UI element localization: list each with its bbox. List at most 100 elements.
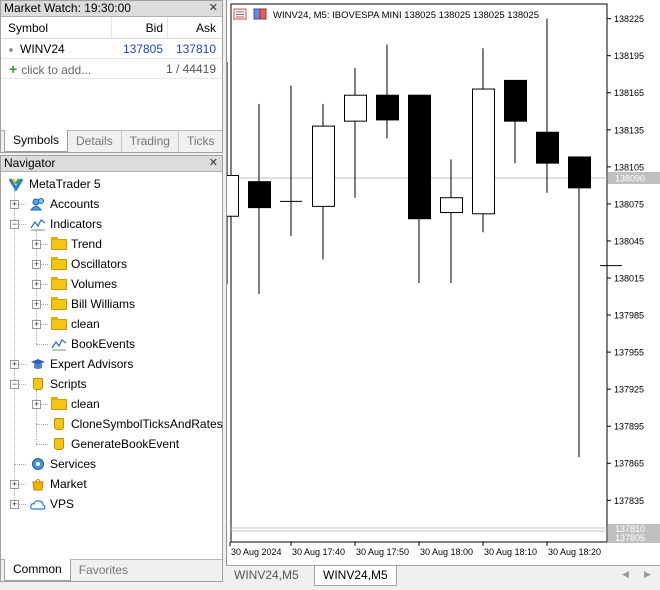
scroll-right-icon[interactable]: ▶ xyxy=(644,569,651,580)
script-icon xyxy=(54,418,64,430)
symbol-count: 1 / 44419 xyxy=(165,62,216,76)
tree-item-label: Oscillators xyxy=(71,257,128,271)
tree-item-label: BookEvents xyxy=(71,337,136,351)
candle-body[interactable] xyxy=(472,88,495,215)
tree-item[interactable]: + clean xyxy=(1,394,222,414)
market-watch-title-bar[interactable]: Market Watch: 19:30:00 ✕ xyxy=(1,1,222,17)
tree-item[interactable]: CloneSymbolTicksAndRates xyxy=(1,414,223,434)
navigator-tree: MetaTrader 5 + Accounts − Indicators + Trend + O… xyxy=(1,172,223,514)
candle-body[interactable] xyxy=(504,79,527,122)
market-watch-title: Market Watch: 19:30:00 xyxy=(4,1,131,15)
tree-item[interactable]: − Scripts xyxy=(1,374,222,394)
price-tick-label: 137865 xyxy=(614,459,644,469)
expand-icon[interactable]: + xyxy=(10,360,19,369)
tree-item[interactable]: + VPS xyxy=(1,494,222,514)
collapse-icon[interactable]: − xyxy=(10,220,19,229)
price-tick-label: 137925 xyxy=(614,385,644,395)
candle-body[interactable] xyxy=(568,156,591,189)
add-symbol-label: click to add... xyxy=(21,63,92,77)
candle-body[interactable] xyxy=(408,94,431,220)
close-icon[interactable]: ✕ xyxy=(209,1,218,16)
time-axis: 30 Aug 2024 30 Aug 17:40 30 Aug 17:50 30 Au… xyxy=(229,542,601,557)
symbol-flag-icon[interactable] xyxy=(253,8,261,20)
expand-icon[interactable]: + xyxy=(32,240,41,249)
expand-icon[interactable]: + xyxy=(32,260,41,269)
market-watch-header: Symbol Bid Ask xyxy=(1,17,222,39)
scroll-left-icon[interactable]: ◀ xyxy=(622,569,629,580)
tree-item-label: Expert Advisors xyxy=(50,357,134,371)
tree-item[interactable]: − Indicators xyxy=(1,214,222,234)
metatrader-logo-icon xyxy=(8,177,24,192)
tab-details[interactable]: Details xyxy=(68,131,122,152)
market-watch-tabs: Symbols Details Trading Ticks xyxy=(1,130,222,152)
chart-tab-1[interactable]: WINV24,M5 xyxy=(226,566,307,586)
tab-trading[interactable]: Trading xyxy=(122,131,179,152)
candle-body[interactable] xyxy=(227,174,239,217)
tree-item-label: Trend xyxy=(71,237,102,251)
tree-item[interactable]: + clean xyxy=(1,314,222,334)
price-tick-label: 137955 xyxy=(614,348,644,358)
price-tick-label: 138015 xyxy=(614,273,644,283)
candle-body[interactable] xyxy=(344,94,367,122)
price-tick-label: 138075 xyxy=(614,199,644,209)
time-tick-label: 30 Aug 17:50 xyxy=(356,547,409,557)
vps-cloud-icon xyxy=(30,497,46,511)
candle-body[interactable] xyxy=(312,125,335,207)
column-symbol[interactable]: Symbol xyxy=(1,17,111,38)
expand-icon[interactable]: + xyxy=(10,200,19,209)
tree-item[interactable]: + Volumes xyxy=(1,274,222,294)
table-row[interactable]: WINV24 137805 137810 xyxy=(1,39,222,59)
tree-item-label: VPS xyxy=(50,497,75,511)
chart-window[interactable]: 138225 138195 138165 138135 138105 138075 1380… xyxy=(226,0,660,565)
tree-guide-line xyxy=(36,424,48,425)
tree-item[interactable]: BookEvents xyxy=(1,334,222,354)
column-bid[interactable]: Bid xyxy=(111,17,167,38)
tree-item-label: Volumes xyxy=(71,277,118,291)
column-ask[interactable]: Ask xyxy=(167,17,222,38)
expand-icon[interactable]: + xyxy=(32,300,41,309)
add-symbol-row[interactable]: + click to add... 1 / 44419 xyxy=(1,59,222,79)
close-icon[interactable]: ✕ xyxy=(209,156,218,171)
expand-icon[interactable]: + xyxy=(10,500,19,509)
expand-icon[interactable]: + xyxy=(10,480,19,489)
tree-item-label: CloneSymbolTicksAndRates xyxy=(71,417,223,431)
collapse-icon[interactable]: − xyxy=(10,380,19,389)
chart-title: WINV24, M5: IBOVESPA MINI 138025 138025 … xyxy=(273,10,539,21)
tree-guide-line xyxy=(14,464,26,465)
tree-item[interactable]: Services xyxy=(1,454,222,474)
candle-body[interactable] xyxy=(376,94,399,121)
price-tick-label: 138195 xyxy=(614,51,644,61)
script-icon xyxy=(54,438,64,450)
folder-icon xyxy=(51,257,67,270)
chart-tab-2[interactable]: WINV24,M5 xyxy=(314,566,397,586)
expand-icon[interactable]: + xyxy=(32,400,41,409)
expand-icon[interactable]: + xyxy=(32,320,41,329)
tree-item[interactable]: + Oscillators xyxy=(1,254,222,274)
expert-advisor-icon xyxy=(30,357,46,371)
market-watch-panel: Market Watch: 19:30:00 ✕ Symbol Bid Ask … xyxy=(0,0,223,153)
tree-item[interactable]: + Market xyxy=(1,474,222,494)
candle-body[interactable] xyxy=(440,197,463,214)
candlestick-chart[interactable]: 138225 138195 138165 138135 138105 138075 1380… xyxy=(227,0,660,565)
tab-common[interactable]: Common xyxy=(4,559,71,581)
price-tick-label: 137895 xyxy=(614,422,644,432)
tree-item[interactable]: GenerateBookEvent xyxy=(1,434,222,454)
market-icon xyxy=(30,477,46,491)
navigator-title-bar[interactable]: Navigator ✕ xyxy=(1,156,222,172)
tree-guide-line xyxy=(36,444,48,445)
tab-symbols[interactable]: Symbols xyxy=(4,130,69,152)
expand-icon[interactable]: + xyxy=(32,280,41,289)
folder-icon xyxy=(51,317,67,330)
tab-ticks[interactable]: Ticks xyxy=(179,131,223,152)
tree-item[interactable]: + Expert Advisors xyxy=(1,354,222,374)
candle-body[interactable] xyxy=(536,131,559,164)
accounts-icon xyxy=(30,197,46,211)
tree-item[interactable]: MetaTrader 5 xyxy=(1,174,222,194)
symbol-name: WINV24 xyxy=(20,42,65,56)
tree-item[interactable]: + Trend xyxy=(1,234,222,254)
tab-favorites[interactable]: Favorites xyxy=(71,560,136,581)
candle-body[interactable] xyxy=(248,181,271,209)
tree-item[interactable]: + Accounts xyxy=(1,194,222,214)
indicator-icon xyxy=(30,217,46,231)
tree-item[interactable]: + Bill Williams xyxy=(1,294,222,314)
